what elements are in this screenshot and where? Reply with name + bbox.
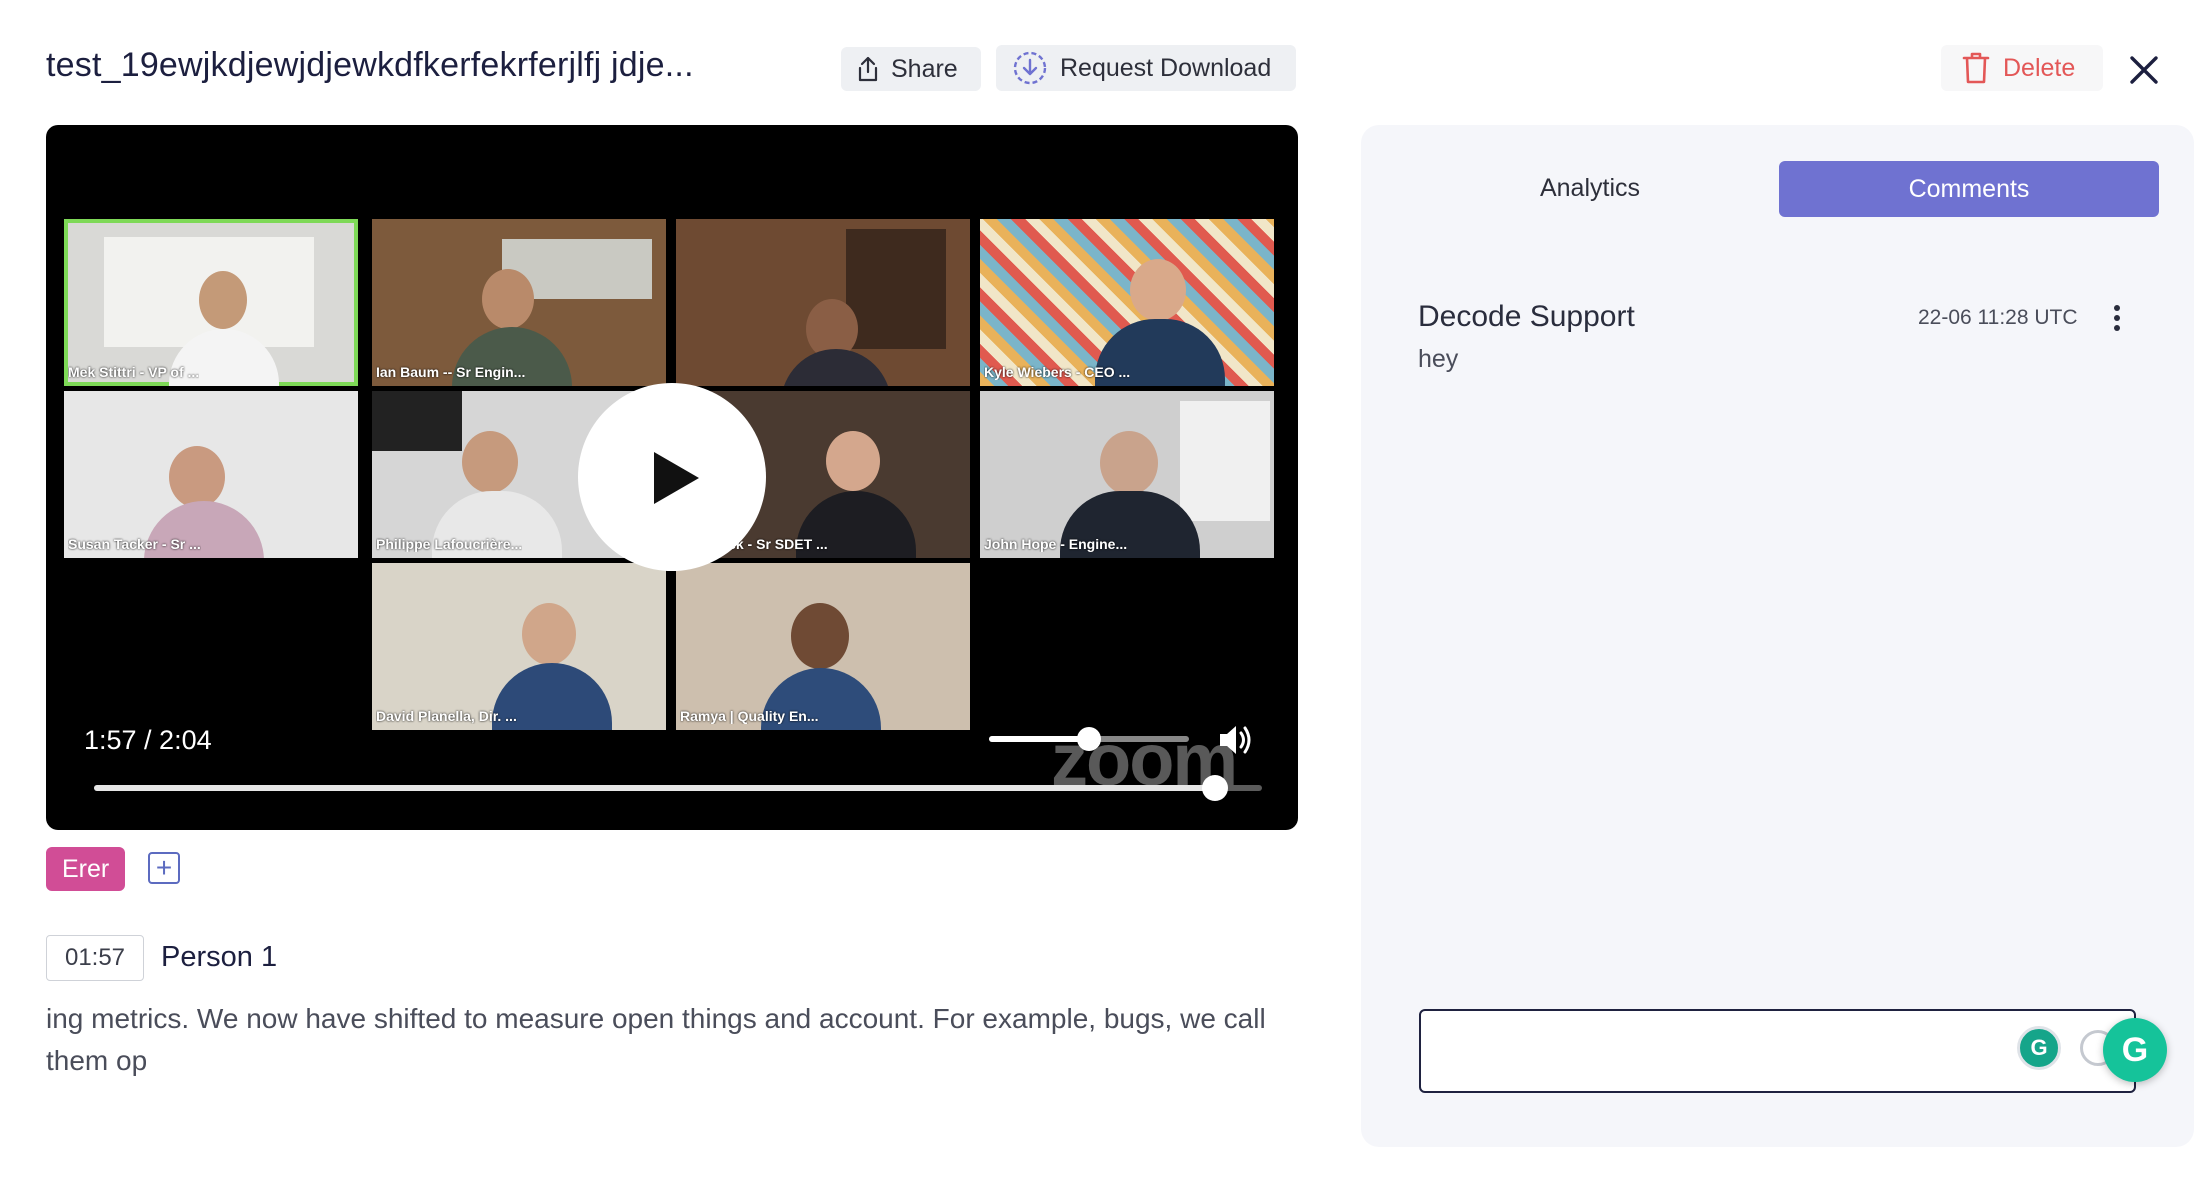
participant-name: Philippe Lafoucrière... — [376, 536, 523, 552]
download-icon — [1013, 51, 1047, 85]
delete-label: Delete — [2003, 53, 2076, 82]
participant-name: Mek Stittri - VP of ... — [68, 364, 200, 380]
share-icon — [858, 56, 878, 82]
participant-name: Susan Tacker - Sr ... — [68, 536, 201, 552]
request-download-label: Request Download — [1060, 53, 1272, 82]
transcript-timestamp[interactable]: 01:57 — [46, 935, 144, 981]
trash-icon — [1962, 52, 1990, 84]
side-panel — [1361, 125, 2194, 1147]
participant-tile: Kyle Wiebers - CEO ... — [980, 219, 1274, 386]
video-player[interactable]: Mek Stittri - VP of ... Ian Baum -- Sr E… — [46, 125, 1298, 830]
play-icon — [654, 452, 699, 504]
recording-title: test_19ewjkdjewjdjewkdfkerfekrferjlfj jd… — [46, 46, 694, 84]
participant-tile: Susan Tacker - Sr ... — [64, 391, 358, 558]
grammarly-assistant-icon[interactable]: G — [2103, 1018, 2167, 1082]
share-button[interactable]: Share — [841, 47, 981, 91]
tab-analytics[interactable]: Analytics — [1420, 161, 1760, 216]
tab-comments[interactable]: Comments — [1779, 161, 2159, 217]
participant-tile: John Hope - Engine... — [980, 391, 1274, 558]
volume-handle[interactable] — [1077, 727, 1101, 751]
transcript-text: ing metrics. We now have shifted to meas… — [46, 1003, 1266, 1076]
participant-name: Ian Baum -- Sr Engin... — [376, 364, 526, 380]
comment-text: hey — [1418, 345, 1459, 373]
tag-chip[interactable]: Erer — [46, 847, 126, 891]
participant-tile: Mek Stittri - VP of ... — [64, 219, 358, 386]
close-icon[interactable] — [2124, 50, 2164, 90]
participant-name: John Hope - Engine... — [984, 536, 1128, 552]
seek-bar-fill — [94, 785, 1216, 791]
participant-name: Ramya | Quality En... — [680, 708, 819, 724]
seek-bar[interactable] — [94, 775, 1262, 801]
delete-button[interactable]: Delete — [1941, 45, 2103, 91]
request-download-button[interactable]: Request Download — [996, 45, 1296, 91]
time-display: 1:57 / 2:04 — [84, 725, 212, 755]
share-label: Share — [891, 54, 958, 83]
grammarly-icon[interactable]: G — [2017, 1026, 2061, 1070]
transcript-speaker: Person 1 — [161, 941, 278, 973]
comment-timestamp: 22-06 11:28 UTC — [1918, 306, 2078, 329]
comment-author: Decode Support — [1418, 300, 1635, 333]
participant-tile: Ian Baum -- Sr Engin... — [372, 219, 666, 386]
volume-icon[interactable] — [1216, 720, 1256, 760]
participant-name: David Planella, Dir. ... — [376, 708, 517, 724]
participant-tile: Ramya | Quality En... — [676, 563, 970, 730]
play-button[interactable] — [578, 383, 766, 571]
participant-tile: David Planella, Dir. ... — [372, 563, 666, 730]
add-tag-button[interactable]: + — [148, 852, 180, 884]
volume-slider[interactable] — [989, 727, 1189, 751]
volume-fill — [989, 736, 1089, 742]
participant-tile — [676, 219, 970, 386]
more-options-icon[interactable] — [2112, 303, 2122, 333]
participant-name: Kyle Wiebers - CEO ... — [984, 364, 1131, 380]
